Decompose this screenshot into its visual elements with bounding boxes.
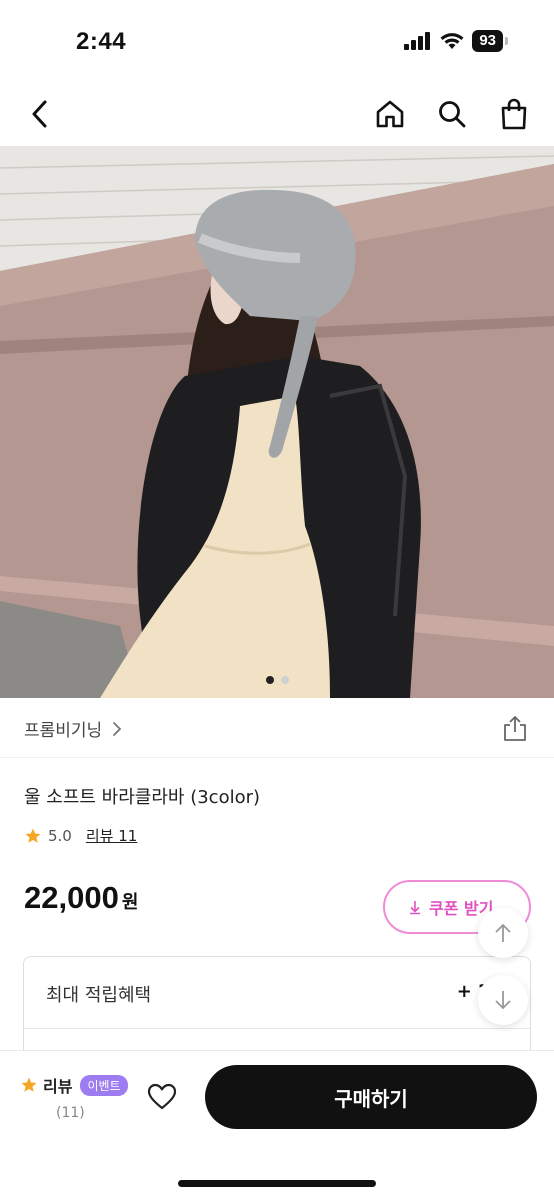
download-icon [410, 901, 420, 915]
price-row: 22,000 원 [24, 880, 138, 916]
signal-icon [404, 32, 431, 50]
battery-tip [505, 37, 508, 45]
home-indicator [178, 1180, 376, 1187]
currency: 원 [121, 892, 139, 913]
home-button[interactable] [372, 96, 408, 132]
product-photo [0, 146, 554, 698]
status-icons: 93 [404, 30, 508, 52]
rating-row: 5.0 리뷰 11 [24, 825, 137, 846]
share-button[interactable] [502, 714, 528, 742]
chevron-right-icon [113, 721, 122, 736]
benefit-label: 최대 적립혜택 [46, 985, 152, 1006]
star-icon [21, 1077, 37, 1092]
pagination-dot-active[interactable] [265, 676, 274, 684]
home-icon [376, 100, 404, 128]
chevron-left-icon [32, 100, 47, 128]
wifi-icon [440, 33, 464, 49]
scroll-bottom-button[interactable] [478, 975, 528, 1025]
review-tab-label: 리뷰 [43, 1077, 73, 1096]
cart-button[interactable] [496, 96, 532, 132]
back-button[interactable] [22, 96, 58, 132]
pagination-dot[interactable] [280, 676, 289, 684]
bottom-action-bar: 리뷰 이벤트 (11) 구매하기 [0, 1050, 554, 1200]
gallery-pagination [0, 676, 554, 684]
share-icon [504, 716, 526, 741]
search-icon [439, 101, 466, 128]
review-count: (11) [56, 1105, 85, 1121]
review-link[interactable]: 리뷰 11 [86, 825, 137, 846]
shopping-bag-icon [501, 98, 527, 130]
navigation-bar [0, 84, 554, 146]
heart-icon [147, 1083, 177, 1110]
product-title: 울 소프트 바라클라바 (3color) [24, 787, 261, 808]
brand-link[interactable]: 프롬비기닝 [24, 716, 122, 741]
brand-name: 프롬비기닝 [24, 721, 103, 741]
search-button[interactable] [434, 96, 470, 132]
product-image[interactable] [0, 146, 554, 698]
star-icon [25, 828, 41, 843]
buy-button[interactable]: 구매하기 [205, 1065, 537, 1129]
arrow-up-icon [495, 923, 511, 942]
rating-score: 5.0 [48, 826, 72, 845]
max-reward-row[interactable]: 최대 적립혜택 + 2,2 [24, 957, 530, 1029]
brand-row: 프롬비기닝 [0, 698, 554, 758]
wishlist-button[interactable] [146, 1081, 178, 1113]
price: 22,000 [24, 880, 119, 915]
arrow-down-icon [495, 991, 511, 1010]
review-tab[interactable]: 리뷰 이벤트 (11) [20, 1073, 128, 1121]
status-bar: 2:44 93 [0, 0, 554, 84]
event-badge: 이벤트 [80, 1074, 128, 1096]
status-time: 2:44 [76, 28, 127, 55]
scroll-top-button[interactable] [478, 908, 528, 958]
battery-level: 93 [472, 30, 503, 52]
